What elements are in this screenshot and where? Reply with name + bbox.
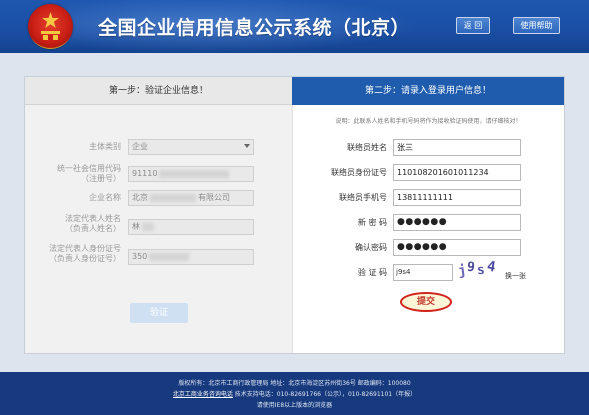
company-name-prefix: 北京	[132, 193, 148, 202]
company-name-label: 企业名称	[89, 193, 121, 202]
entity-type-label: 主体类别	[89, 142, 121, 151]
footer-contact: 北京工商业务咨询电话 技术支持电话：010-82691766（公示），010-8…	[0, 389, 589, 398]
section-divider	[292, 105, 293, 353]
new-password-input[interactable]: ●●●●●●	[393, 214, 521, 231]
captcha-char: 9	[466, 259, 476, 276]
captcha-label: 验 证 码	[357, 268, 387, 277]
legal-id-label: 法定代表人身份证号	[49, 244, 121, 253]
contact-phone-input[interactable]: 13811111111	[393, 189, 521, 206]
redacted-blur	[150, 193, 196, 202]
back-button[interactable]: 返 回	[456, 17, 490, 34]
footer-hotline-link[interactable]: 北京工商业务咨询电话	[173, 391, 233, 398]
credit-code-value: 91110	[132, 169, 158, 178]
legal-id-value: 350	[132, 252, 148, 261]
footer-support-phones: 技术支持电话：010-82691766（公示），010-82691101（年报）	[232, 391, 417, 398]
redacted-blur	[142, 222, 154, 231]
company-name-suffix: 有限公司	[198, 193, 230, 202]
credit-code-field[interactable]: 91110	[128, 166, 254, 182]
legal-rep-field[interactable]: 林	[128, 219, 254, 235]
footer-copyright: 版权所有：北京市工商行政管理局 地址：北京市海淀区苏州街36号 邮政编码：100…	[178, 380, 411, 387]
submit-button[interactable]: 提交	[400, 292, 452, 312]
legal-rep-value: 林	[132, 222, 140, 231]
redacted-blur	[149, 252, 190, 261]
contact-id-label: 联络员身份证号	[331, 168, 387, 177]
contact-name-label: 联络员姓名	[347, 143, 387, 152]
chevron-down-icon	[244, 144, 250, 148]
legal-id-sublabel: （负责人身份证号）	[49, 254, 121, 263]
confirm-password-input[interactable]: ●●●●●●	[393, 239, 521, 256]
legal-rep-sublabel: （负责人姓名）	[65, 224, 121, 233]
legal-rep-label: 法定代表人姓名	[65, 214, 121, 223]
footer: 版权所有：北京市工商行政管理局 地址：北京市海淀区苏州街36号 邮政编码：100…	[0, 372, 589, 415]
credit-code-label: 统一社会信用代码	[57, 164, 121, 173]
captcha-input[interactable]: j9s4	[393, 264, 453, 281]
help-button[interactable]: 使用帮助	[513, 17, 560, 34]
confirm-password-label: 确认密码	[355, 243, 387, 252]
step2-header: 第二步：请录入登录用户信息！	[292, 77, 564, 105]
credit-code-sublabel: （注册号）	[81, 174, 121, 183]
header-bar: 全国企业信用信息公示系统（北京） 返 回 使用帮助	[0, 0, 589, 53]
refresh-captcha-link[interactable]: 换一张	[505, 271, 526, 281]
footer-browser-note: 请使用IE8以上版本的浏览器	[256, 402, 333, 409]
notice-text: 说明：此联系人姓名和手机号码将作为接收验证码使用，请仔细核对！	[335, 118, 522, 125]
captcha-char: s	[476, 262, 486, 279]
captcha-char: 4	[485, 258, 497, 276]
contact-id-input[interactable]: 110108201601011234	[393, 164, 521, 181]
contact-phone-label: 联络员手机号	[339, 193, 387, 202]
site-title: 全国企业信用信息公示系统（北京）	[98, 17, 411, 39]
redacted-blur	[159, 169, 230, 178]
new-password-label: 新 密 码	[357, 218, 387, 227]
entity-type-value: 企业	[132, 142, 148, 151]
captcha-image[interactable]: j 9 s 4	[457, 258, 501, 281]
step1-header: 第一步：验证企业信息！	[25, 77, 292, 105]
entity-type-select[interactable]: 企业	[128, 139, 254, 155]
verify-button[interactable]: 验证	[130, 303, 188, 323]
national-emblem-icon	[28, 4, 73, 49]
legal-id-field[interactable]: 350	[128, 249, 254, 265]
company-name-field[interactable]: 北京 有限公司	[128, 190, 254, 206]
contact-name-input[interactable]: 张三	[393, 139, 521, 156]
